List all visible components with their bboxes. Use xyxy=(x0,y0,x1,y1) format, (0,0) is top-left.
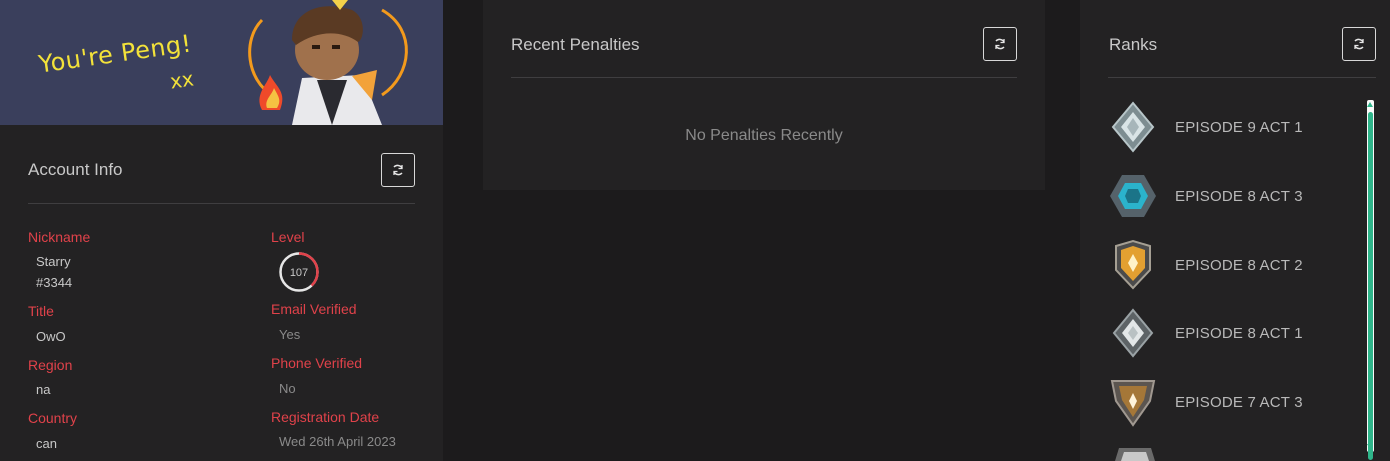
rank-label: EPISODE 8 ACT 3 xyxy=(1175,187,1303,205)
level-ring: 107 xyxy=(279,252,319,292)
nickname-value: Starry xyxy=(36,254,71,269)
gold-rank-icon xyxy=(1115,239,1151,290)
silver-rank-icon xyxy=(1112,308,1154,358)
rank-item[interactable]: EPISODE 9 ACT 1 xyxy=(1108,98,1358,156)
account-divider xyxy=(28,203,415,204)
nickname-label: Nickname xyxy=(28,229,91,245)
phone-verified-value: No xyxy=(279,381,296,396)
ranks-refresh-button[interactable] xyxy=(1342,27,1376,61)
refresh-icon xyxy=(393,164,403,176)
rank-item[interactable]: EPISODE 8 ACT 1 xyxy=(1108,304,1358,362)
registration-date-label: Registration Date xyxy=(271,409,380,425)
banner-xx: xx xyxy=(168,66,196,94)
rank-label: EPISODE 7 ACT 3 xyxy=(1175,393,1303,411)
penalties-divider xyxy=(511,77,1017,78)
ranks-panel: Ranks EPISODE 9 ACT 1 EPISODE 8 ACT 3 EP… xyxy=(1080,0,1390,461)
rank-label: EPISODE 8 ACT 2 xyxy=(1175,256,1303,274)
bronze-rank-icon xyxy=(1110,380,1156,427)
penalties-title: Recent Penalties xyxy=(511,35,640,54)
profile-banner: You're Peng! xx xyxy=(0,0,443,125)
region-label: Region xyxy=(28,357,73,373)
penalties-empty-text: No Penalties Recently xyxy=(685,127,843,144)
player-card-art xyxy=(248,0,408,125)
penalties-panel: Recent Penalties No Penalties Recently xyxy=(483,0,1045,190)
title-value: OwO xyxy=(36,329,66,344)
title-label: Title xyxy=(28,303,54,319)
ranks-divider xyxy=(1108,77,1376,78)
rank-label: EPISODE 9 ACT 1 xyxy=(1175,118,1303,136)
ranks-scrollbar[interactable] xyxy=(1365,100,1375,460)
country-value: can xyxy=(36,436,57,451)
phone-verified-label: Phone Verified xyxy=(271,355,363,371)
nickname-tag: #3344 xyxy=(36,275,73,290)
scroll-thumb[interactable] xyxy=(1368,112,1373,460)
region-value: na xyxy=(36,382,51,397)
rank-item[interactable]: EPISODE 7 ACT 3 xyxy=(1108,373,1358,431)
refresh-icon xyxy=(1354,38,1364,50)
email-verified-value: Yes xyxy=(279,327,301,342)
rank-item[interactable]: EPISODE 8 ACT 2 xyxy=(1108,236,1358,294)
level-label: Level xyxy=(271,229,305,245)
email-verified-label: Email Verified xyxy=(271,301,357,317)
platinum-rank-icon xyxy=(1111,101,1155,153)
account-info-title: Account Info xyxy=(28,160,123,179)
rank-item[interactable]: EPISODE 8 ACT 3 xyxy=(1108,167,1358,225)
scroll-down-arrow[interactable] xyxy=(1367,444,1373,449)
diamond-rank-icon xyxy=(1110,175,1156,217)
scroll-up-arrow[interactable] xyxy=(1367,102,1373,107)
account-refresh-button[interactable] xyxy=(381,153,415,187)
penalties-refresh-button[interactable] xyxy=(983,27,1017,61)
registration-date-value: Wed 26th April 2023 xyxy=(279,434,396,449)
refresh-icon xyxy=(995,38,1005,50)
rank-label: EPISODE 8 ACT 1 xyxy=(1175,324,1303,342)
account-panel: You're Peng! xx Account Info Nickname St… xyxy=(0,0,443,461)
next-rank-icon xyxy=(1115,448,1155,461)
ranks-title: Ranks xyxy=(1109,35,1158,54)
level-value: 107 xyxy=(290,267,308,279)
country-label: Country xyxy=(28,410,78,426)
